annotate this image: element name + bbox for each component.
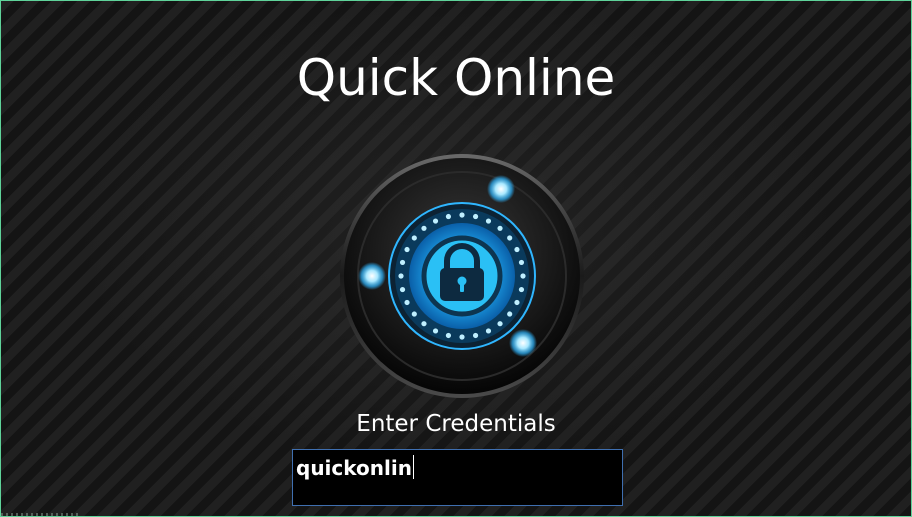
credentials-input[interactable]: quickonlin [292,449,623,506]
bezel-dot [507,311,513,317]
bezel-dot [518,286,525,293]
text-caret [412,455,414,479]
bezel-dot [497,225,503,231]
credentials-value: quickonlin [296,456,412,480]
bezel-dot [485,328,492,334]
bezel-dot [399,286,406,293]
bezel-dot [421,225,427,231]
bezel-dot [485,218,492,224]
bezel-dot [404,246,410,253]
enter-credentials-label: Enter Credentials [356,411,556,437]
app-window: Quick Online Enter Credentials quickonli… [0,0,912,517]
app-title: Quick Online [296,49,616,107]
bezel-dot [404,299,410,306]
bezel-dot [399,259,406,266]
status-strip [1,513,81,516]
bezel-dot [411,311,417,317]
bezel-dot [432,328,439,334]
padlock-icon [340,154,584,398]
bezel-dot [520,273,526,279]
bezel-dot [411,235,417,241]
bezel-dot [421,321,427,327]
bezel-dot [472,332,479,339]
bezel-dot [497,321,503,327]
bezel-dot [514,299,520,306]
bezel-dot [459,212,465,218]
bezel-dot [518,259,525,266]
bezel-dot [459,334,465,340]
bezel-dot [472,213,479,220]
bezel-dot [445,213,452,220]
bezel-dot [445,332,452,339]
bezel-dot [514,246,520,253]
bezel-dot [432,218,439,224]
bezel-dot [507,235,513,241]
bezel-dot [398,273,404,279]
